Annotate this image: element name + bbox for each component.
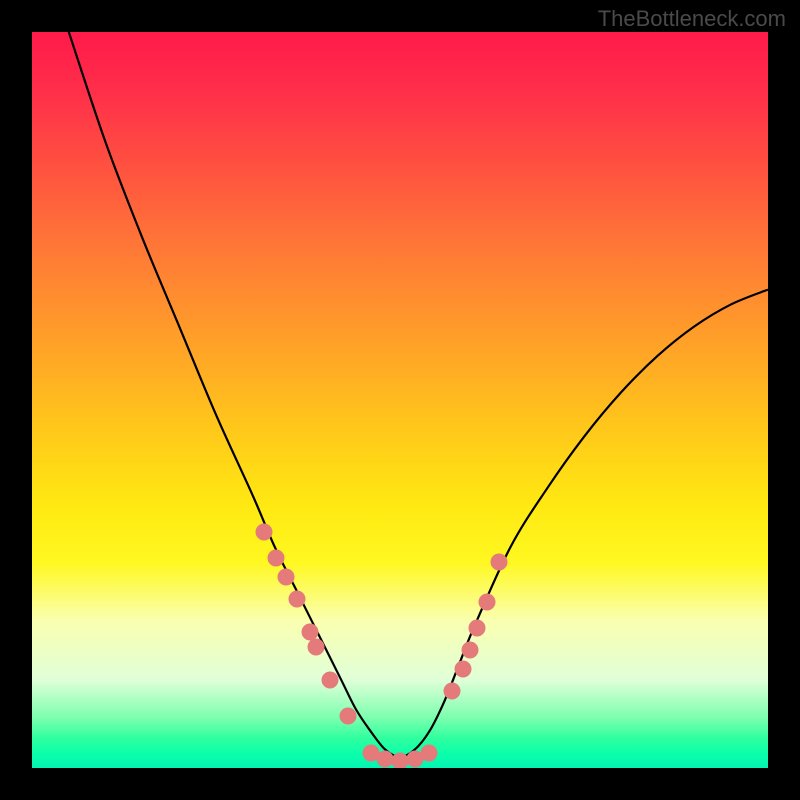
scatter-point: [255, 524, 272, 541]
chart-plot-area: [32, 32, 768, 768]
chart-svg: [32, 32, 768, 768]
scatter-point: [421, 745, 438, 762]
scatter-point: [469, 620, 486, 637]
scatter-point: [461, 642, 478, 659]
scatter-point: [340, 708, 357, 725]
scatter-point: [268, 550, 285, 567]
scatter-point: [277, 568, 294, 585]
watermark-text: TheBottleneck.com: [598, 6, 786, 32]
scatter-point: [308, 638, 325, 655]
scatter-point: [288, 590, 305, 607]
scatter-point: [322, 671, 339, 688]
scatter-point: [478, 594, 495, 611]
scatter-point: [491, 553, 508, 570]
scatter-point: [443, 682, 460, 699]
bottleneck-curve: [69, 32, 768, 757]
scatter-point: [454, 660, 471, 677]
